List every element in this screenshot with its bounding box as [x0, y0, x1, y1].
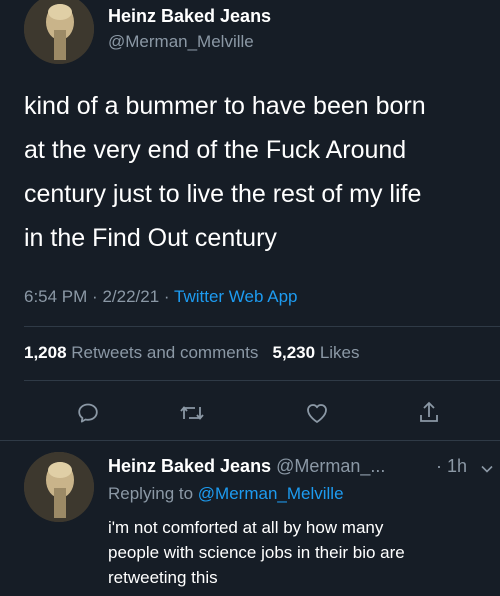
divider	[0, 440, 500, 441]
retweets-stat[interactable]: 1,208 Retweets and comments	[24, 343, 258, 362]
retweets-count: 1,208	[24, 343, 67, 362]
divider	[24, 326, 500, 327]
retweets-label: Retweets and comments	[71, 343, 259, 362]
chevron-down-icon[interactable]	[480, 460, 494, 481]
tweet-stats: 1,208 Retweets and comments 5,230 Likes	[24, 343, 360, 363]
speech-bubble-icon	[78, 403, 98, 423]
like-button[interactable]	[300, 396, 334, 430]
tweet-text-line: kind of a bummer to have been born	[24, 92, 426, 120]
retweet-icon	[180, 406, 204, 420]
author-handle[interactable]: @Merman_Melville	[108, 32, 254, 52]
tweet-detail-page: Heinz Baked Jeans @Merman_Melville kind …	[0, 0, 500, 596]
reply-handle[interactable]: @Merman_...	[276, 456, 385, 476]
reply-text: i'm not comforted at all by how many peo…	[108, 515, 498, 590]
reply-header: Heinz Baked Jeans @Merman_... · 1h	[108, 456, 500, 477]
share-button[interactable]	[412, 396, 446, 430]
divider	[24, 380, 500, 381]
tweet-meta: 6:54 PM · 2/22/21 · Twitter Web App	[24, 287, 297, 307]
reply-button[interactable]	[71, 396, 105, 430]
reply-text-line: retweeting this	[108, 568, 218, 587]
reply-timestamp[interactable]: · 1h	[436, 456, 467, 477]
likes-count: 5,230	[272, 343, 316, 362]
tweet-text: kind of a bummer to have been born at th…	[24, 84, 494, 260]
tweet-text-line: at the very end of the Fuck Around	[24, 136, 407, 164]
replying-to-mention[interactable]: @Merman_Melville	[198, 484, 344, 503]
reply-author-avatar[interactable]	[24, 452, 94, 522]
retweet-button[interactable]	[175, 396, 209, 430]
meta-separator: ·	[163, 287, 170, 306]
replying-to: Replying to @Merman_Melville	[108, 484, 344, 504]
tweet-source-link[interactable]: Twitter Web App	[174, 287, 297, 306]
reply-text-line: people with science jobs in their bio ar…	[108, 543, 405, 562]
likes-label: Likes	[319, 343, 360, 362]
likes-stat[interactable]: 5,230 Likes	[273, 343, 360, 362]
tweet-time[interactable]: 6:54 PM	[24, 287, 87, 306]
reply-display-name[interactable]: Heinz Baked Jeans	[108, 456, 271, 476]
avatar-image-icon	[24, 452, 94, 522]
avatar-image-icon	[24, 0, 94, 64]
replying-to-label: Replying to	[108, 484, 194, 503]
meta-separator: ·	[92, 287, 98, 306]
author-display-name[interactable]: Heinz Baked Jeans	[108, 6, 271, 27]
heart-icon	[307, 404, 327, 423]
tweet-text-line: century just to live the rest of my life	[24, 180, 422, 208]
reply-text-line: i'm not comforted at all by how many	[108, 518, 384, 537]
tweet-text-line: in the Find Out century	[24, 224, 277, 252]
share-icon	[420, 401, 438, 422]
tweet-date[interactable]: 2/22/21	[102, 287, 159, 306]
author-avatar[interactable]	[24, 0, 94, 64]
